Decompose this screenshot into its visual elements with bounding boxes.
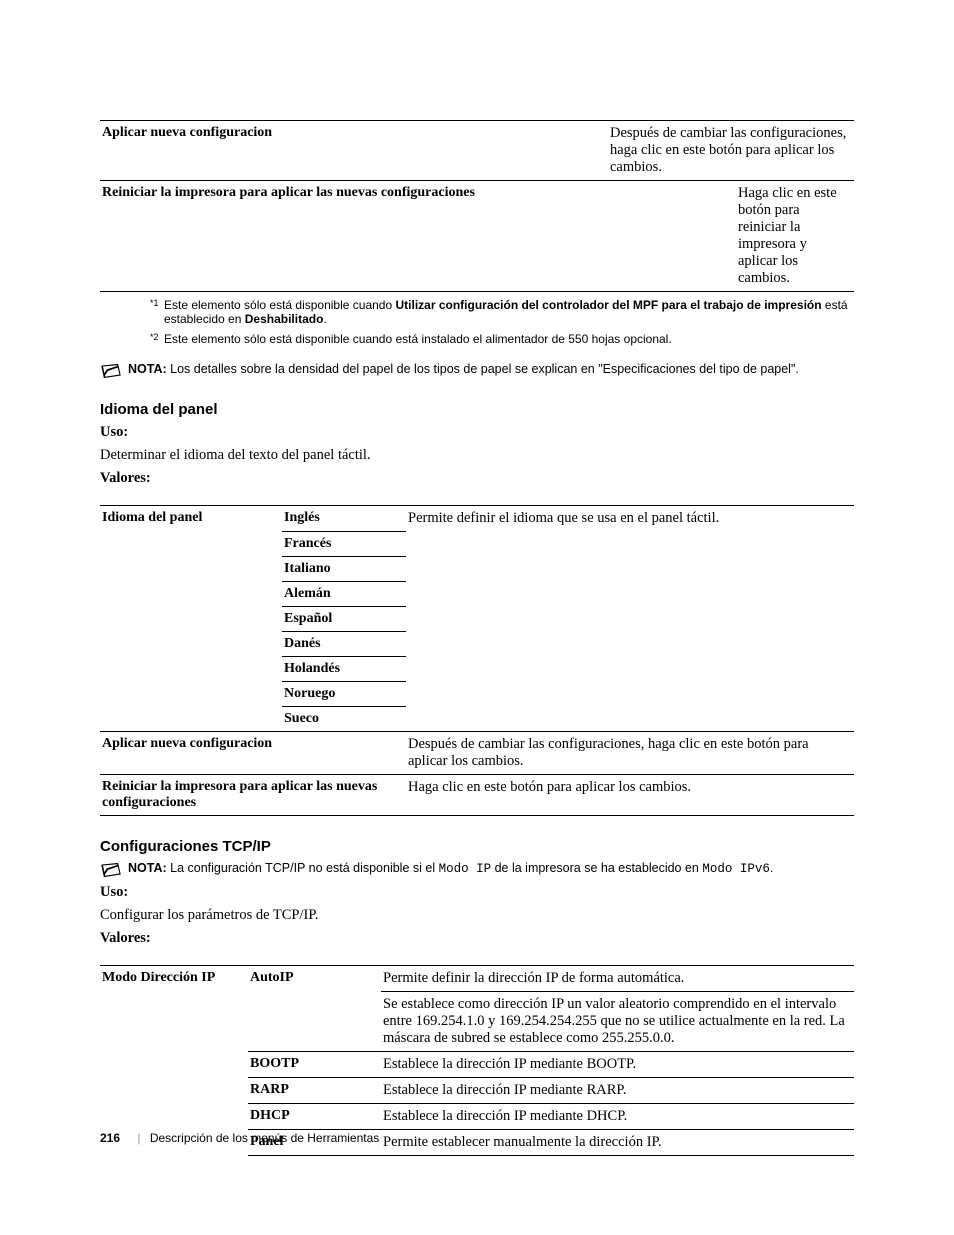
tcpip-uso-desc: Configurar los parámetros de TCP/IP. [100, 907, 854, 924]
note1-text: Los detalles sobre la densidad del papel… [167, 362, 799, 376]
fn1-suffix: . [323, 312, 326, 326]
tcpip-valores-label: Valores: [100, 930, 854, 947]
t1-row1-desc: Haga clic en este botón para reiniciar l… [608, 181, 854, 292]
lang-4: Español [282, 606, 406, 631]
mode-0-desc1: Permite definir la dirección IP de forma… [381, 965, 854, 991]
page-footer: 216 | Descripción de los menús de Herram… [100, 1131, 379, 1145]
note-density: NOTA: Los detalles sobre la densidad del… [100, 362, 854, 379]
t1-row1-label: Reiniciar la impresora para aplicar las … [100, 181, 608, 292]
tcpip-row-label: Modo Dirección IP [100, 965, 248, 1155]
mode-1-label: BOOTP [248, 1051, 381, 1077]
footer-divider: | [137, 1131, 140, 1145]
idioma-row-label: Idioma del panel [100, 506, 282, 532]
lang-2: Italiano [282, 556, 406, 581]
tcpip-uso-label: Uso: [100, 884, 854, 901]
note-tcpip: NOTA: La configuración TCP/IP no está di… [100, 861, 854, 878]
note-icon [100, 363, 122, 379]
idioma-restart-label: Reiniciar la impresora para aplicar las … [100, 774, 406, 815]
heading-tcpip: Configuraciones TCP/IP [100, 838, 854, 855]
lang-5: Danés [282, 631, 406, 656]
mode-1-desc: Establece la dirección IP mediante BOOTP… [381, 1051, 854, 1077]
lang-0: Inglés [282, 506, 406, 532]
note-icon [100, 862, 122, 878]
idioma-apply-label: Aplicar nueva configuracion [100, 731, 406, 774]
idioma-uso-desc: Determinar el idioma del texto del panel… [100, 447, 854, 464]
mode-3-label: DHCP [248, 1103, 381, 1129]
footnote-2-marker: *2 [150, 332, 164, 346]
tcpip-note-m2: Modo IPv6 [702, 862, 770, 876]
lang-8: Sueco [282, 706, 406, 731]
fn2-text: Este elemento sólo está disponible cuand… [164, 332, 672, 346]
fn1-prefix: Este elemento sólo está disponible cuand… [164, 298, 396, 312]
fn1-bold1: Utilizar configuración del controlador d… [396, 298, 822, 312]
mode-4-desc: Permite establecer manualmente la direcc… [381, 1129, 854, 1155]
idioma-row-desc: Permite definir el idioma que se usa en … [406, 506, 854, 532]
lang-3: Alemán [282, 581, 406, 606]
footnotes: *1 Este elemento sólo está disponible cu… [150, 298, 854, 346]
idioma-restart-desc: Haga clic en este botón para aplicar los… [406, 774, 854, 815]
heading-idioma: Idioma del panel [100, 401, 854, 418]
mode-3-desc: Establece la dirección IP mediante DHCP. [381, 1103, 854, 1129]
idioma-apply-desc: Después de cambiar las configuraciones, … [406, 731, 854, 774]
tcpip-note-label: NOTA: [128, 861, 167, 875]
mode-2-label: RARP [248, 1077, 381, 1103]
config-table-1: Aplicar nueva configuracion Después de c… [100, 120, 854, 292]
tcpip-note-m1: Modo IP [439, 862, 492, 876]
tcpip-note-t1: La configuración TCP/IP no está disponib… [167, 861, 439, 875]
lang-7: Noruego [282, 681, 406, 706]
mode-2-desc: Establece la dirección IP mediante RARP. [381, 1077, 854, 1103]
fn1-bold2: Deshabilitado [245, 312, 324, 326]
t1-row0-desc: Después de cambiar las configuraciones, … [608, 121, 854, 181]
lang-1: Francés [282, 531, 406, 556]
footer-title: Descripción de los menús de Herramientas [150, 1131, 379, 1145]
tcpip-note-t2: de la impresora se ha establecido en [491, 861, 702, 875]
idioma-table: Idioma del panel Inglés Permite definir … [100, 505, 854, 816]
tcpip-table: Modo Dirección IP AutoIP Permite definir… [100, 965, 854, 1156]
tcpip-note-t3: . [770, 861, 773, 875]
footnote-1: *1 Este elemento sólo está disponible cu… [150, 298, 854, 326]
document-page: Aplicar nueva configuracion Después de c… [0, 0, 954, 1235]
idioma-valores-label: Valores: [100, 470, 854, 487]
mode-0-label: AutoIP [248, 965, 381, 1051]
page-number: 216 [100, 1131, 120, 1145]
mode-0-desc2: Se establece como dirección IP un valor … [381, 991, 854, 1051]
idioma-uso-label: Uso: [100, 424, 854, 441]
footnote-2: *2 Este elemento sólo está disponible cu… [150, 332, 854, 346]
note1-label: NOTA: [128, 362, 167, 376]
lang-6: Holandés [282, 656, 406, 681]
footnote-1-marker: *1 [150, 298, 164, 326]
t1-row0-label: Aplicar nueva configuracion [100, 121, 608, 181]
